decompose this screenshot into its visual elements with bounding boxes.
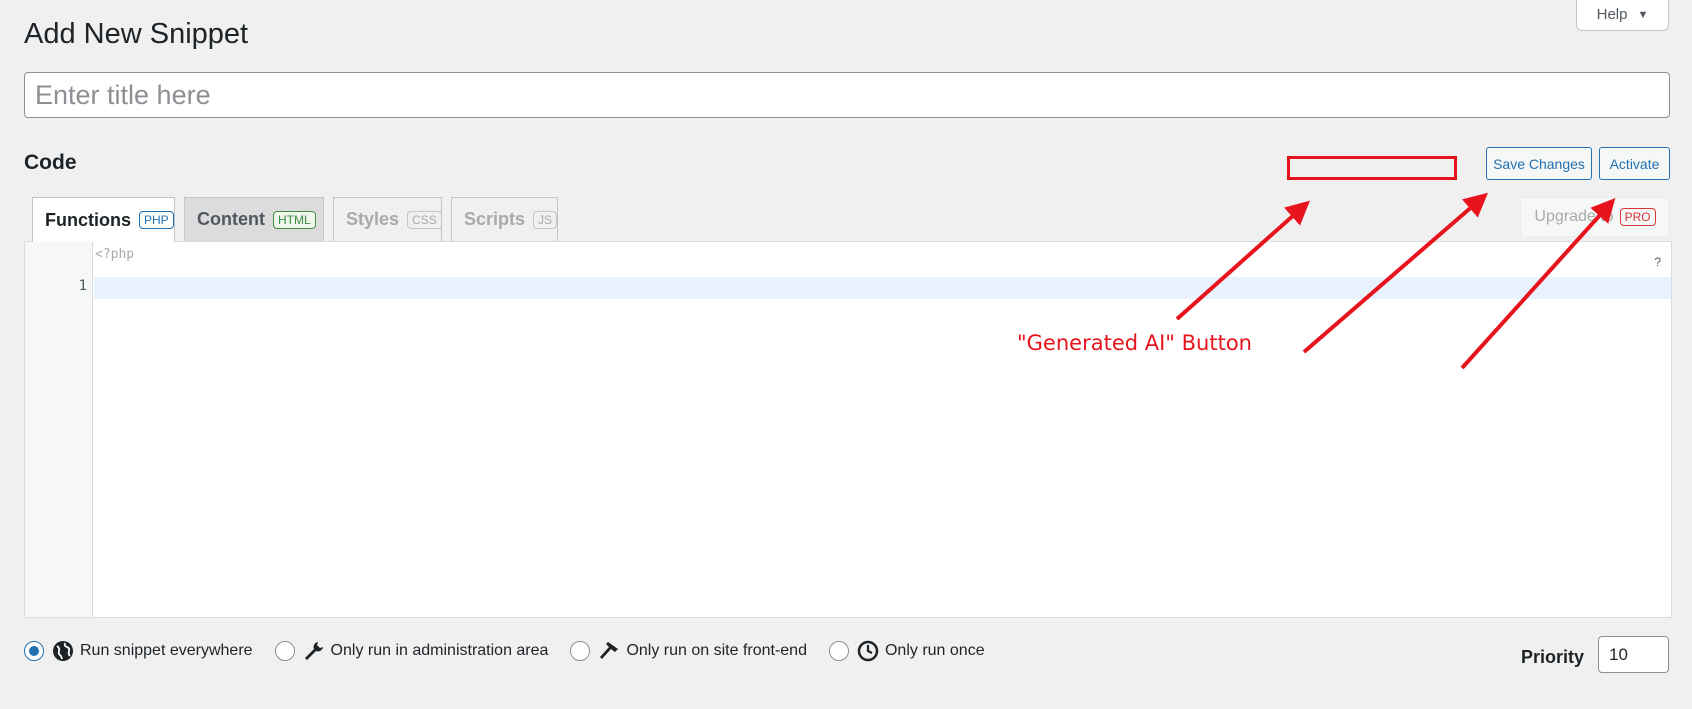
priority-input[interactable] xyxy=(1598,636,1669,673)
clock-icon xyxy=(857,640,879,662)
scope-option-front-end[interactable]: Only run on site front-end xyxy=(570,640,807,662)
annotation-highlight-box xyxy=(1287,156,1457,180)
scope-options: Run snippet everywhere Only run in admin… xyxy=(24,640,1007,662)
caret-down-icon: ▼ xyxy=(1637,8,1649,21)
activate-button[interactable]: Activate xyxy=(1599,147,1670,180)
scope-label: Only run in administration area xyxy=(330,642,549,659)
tab-label: Scripts xyxy=(464,209,526,229)
editor-help-icon[interactable]: ? xyxy=(1654,255,1661,269)
line-number: 1 xyxy=(78,278,87,294)
priority-label: Priority xyxy=(1521,647,1585,667)
help-tab-button[interactable]: Help ▼ xyxy=(1576,0,1669,31)
tab-label: Content xyxy=(197,209,265,229)
scope-label: Run snippet everywhere xyxy=(80,642,253,659)
radio-button[interactable] xyxy=(828,641,849,661)
pro-badge: PRO xyxy=(1619,208,1656,226)
hammer-icon xyxy=(598,640,620,662)
code-editor[interactable]: <?php 1 ? xyxy=(24,241,1672,618)
radio-button[interactable] xyxy=(570,641,591,661)
upgrade-label: Upgrade to xyxy=(1534,208,1614,225)
tab-styles[interactable]: Styles CSS xyxy=(333,197,442,241)
html-badge: HTML xyxy=(272,210,316,229)
radio-button[interactable] xyxy=(24,641,44,661)
tab-content[interactable]: Content HTML xyxy=(184,197,324,241)
upgrade-to-pro-button[interactable]: Upgrade to PRO xyxy=(1520,197,1670,237)
annotation-label: "Generated AI" Button xyxy=(1017,331,1252,355)
wrench-icon xyxy=(303,640,325,662)
editor-gutter xyxy=(25,242,93,617)
tab-label: Styles xyxy=(346,209,400,229)
css-badge: CSS xyxy=(407,210,442,229)
tab-functions[interactable]: Functions PHP xyxy=(32,197,175,242)
js-badge: JS xyxy=(533,210,558,229)
php-badge: PHP xyxy=(139,211,174,229)
tab-scripts[interactable]: Scripts JS xyxy=(451,197,558,241)
editor-active-line[interactable] xyxy=(94,277,1671,299)
page-title: Add New Snippet xyxy=(24,18,249,50)
radio-button[interactable] xyxy=(274,641,295,661)
code-section-label: Code xyxy=(24,151,77,174)
globe-icon xyxy=(52,640,74,662)
php-open-tag: <?php xyxy=(95,247,135,262)
scope-option-once[interactable]: Only run once xyxy=(828,640,985,662)
scope-label: Only run once xyxy=(884,642,985,659)
help-label: Help xyxy=(1596,6,1628,23)
snippet-title-input[interactable] xyxy=(24,72,1670,118)
scope-label: Only run on site front-end xyxy=(626,642,807,659)
tab-label: Functions xyxy=(45,209,131,230)
scope-option-admin[interactable]: Only run in administration area xyxy=(274,640,549,662)
save-changes-button[interactable]: Save Changes xyxy=(1486,147,1592,180)
scope-option-everywhere[interactable]: Run snippet everywhere xyxy=(24,640,253,662)
